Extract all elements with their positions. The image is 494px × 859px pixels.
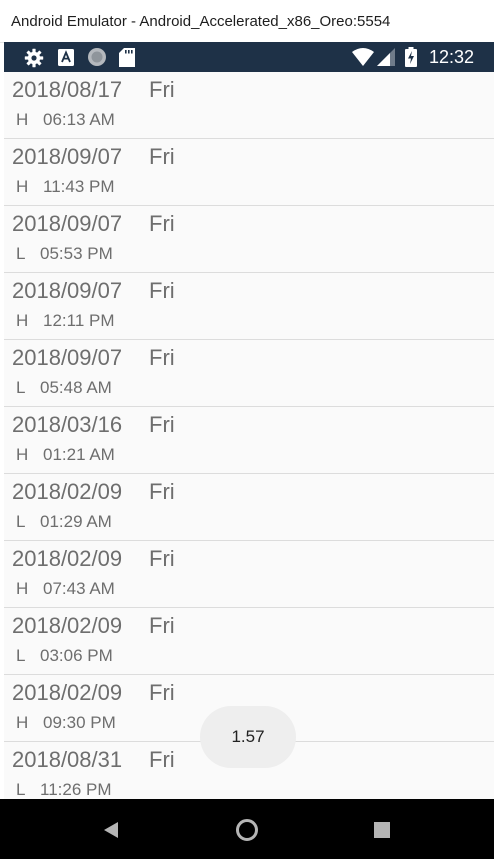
tide-list[interactable]: 2018/08/17 Fri H 06:13 AM 2018/09/07 Fri… — [4, 72, 494, 799]
recents-icon[interactable] — [374, 822, 390, 843]
list-item-day: Fri — [149, 613, 175, 638]
list-item[interactable]: 2018/09/07 Fri L 05:53 PM — [4, 206, 494, 273]
list-item[interactable]: 2018/02/09 Fri H 07:43 AM — [4, 541, 494, 608]
list-item-time: 05:53 PM — [40, 244, 113, 263]
list-item-day: Fri — [149, 77, 175, 102]
list-item[interactable]: 2018/09/07 Fri H 12:11 PM — [4, 273, 494, 340]
list-item-tide-type: L — [16, 780, 26, 799]
list-item[interactable]: 2018/03/16 Fri H 01:21 AM — [4, 407, 494, 474]
list-item-tide-type: H — [16, 177, 29, 196]
list-item-tide-type: L — [16, 512, 26, 531]
list-item[interactable]: 2018/02/09 Fri L 01:29 AM — [4, 474, 494, 541]
cell-signal-icon — [377, 48, 395, 71]
list-item-day: Fri — [149, 345, 175, 370]
list-item-date: 2018/08/31 — [12, 747, 123, 772]
list-item-date: 2018/02/09 — [12, 546, 123, 571]
list-item-day: Fri — [149, 278, 175, 303]
list-item-tide-type: H — [16, 579, 29, 598]
list-item-time: 11:43 PM — [43, 177, 115, 196]
list-item-date: 2018/09/07 — [12, 144, 123, 169]
list-item-time: 01:21 AM — [43, 445, 115, 464]
list-item-date: 2018/09/07 — [12, 211, 123, 236]
home-icon[interactable] — [235, 818, 259, 847]
status-bar: 12:32 — [4, 42, 494, 72]
status-time: 12:32 — [428, 47, 474, 67]
list-item-tide-type: H — [16, 445, 29, 464]
list-item-day: Fri — [149, 546, 175, 571]
sync-circle-icon — [87, 47, 107, 72]
list-item-tide-type: H — [16, 311, 29, 330]
battery-charging-icon — [405, 47, 417, 72]
list-item-time: 11:26 PM — [40, 780, 112, 799]
list-item[interactable]: 2018/09/07 Fri L 05:48 AM — [4, 340, 494, 407]
wifi-icon — [352, 48, 374, 71]
list-item[interactable]: 2018/08/17 Fri H 06:13 AM — [4, 72, 494, 139]
list-item-day: Fri — [149, 211, 175, 236]
font-a-icon — [58, 49, 74, 71]
list-item-time: 06:13 AM — [43, 110, 115, 129]
window-titlebar: Android Emulator - Android_Accelerated_x… — [0, 0, 494, 43]
list-item-date: 2018/09/07 — [12, 278, 123, 303]
list-item[interactable]: 2018/09/07 Fri H 11:43 PM — [4, 139, 494, 206]
list-item-day: Fri — [149, 479, 175, 504]
list-item-time: 12:11 PM — [43, 311, 115, 330]
settings-gear-icon — [24, 48, 44, 73]
window-title: Android Emulator - Android_Accelerated_x… — [11, 13, 391, 30]
list-item-tide-type: H — [16, 110, 29, 129]
list-item-tide-type: L — [16, 378, 26, 397]
list-item-time: 09:30 PM — [43, 713, 116, 732]
back-icon[interactable] — [102, 821, 120, 844]
list-item-date: 2018/02/09 — [12, 613, 123, 638]
list-item-day: Fri — [149, 412, 175, 437]
list-item-date: 2018/08/17 — [12, 77, 123, 102]
list-item-tide-type: L — [16, 646, 26, 665]
list-item-time: 07:43 AM — [43, 579, 115, 598]
sd-card-icon — [119, 48, 135, 72]
list-item-date: 2018/03/16 — [12, 412, 123, 437]
list-item-date: 2018/02/09 — [12, 479, 123, 504]
list-item-time: 01:29 AM — [40, 512, 112, 531]
list-item-tide-type: H — [16, 713, 29, 732]
list-item-date: 2018/02/09 — [12, 680, 123, 705]
list-item-time: 03:06 PM — [40, 646, 113, 665]
list-item[interactable]: 2018/02/09 Fri L 03:06 PM — [4, 608, 494, 675]
list-item-day: Fri — [149, 680, 175, 705]
list-item-day: Fri — [149, 144, 175, 169]
list-item-date: 2018/09/07 — [12, 345, 123, 370]
list-item-time: 05:48 AM — [40, 378, 112, 397]
list-item-tide-type: L — [16, 244, 26, 263]
navigation-bar — [0, 799, 494, 859]
toast-message: 1.57 — [200, 706, 296, 768]
list-item-day: Fri — [149, 747, 175, 772]
